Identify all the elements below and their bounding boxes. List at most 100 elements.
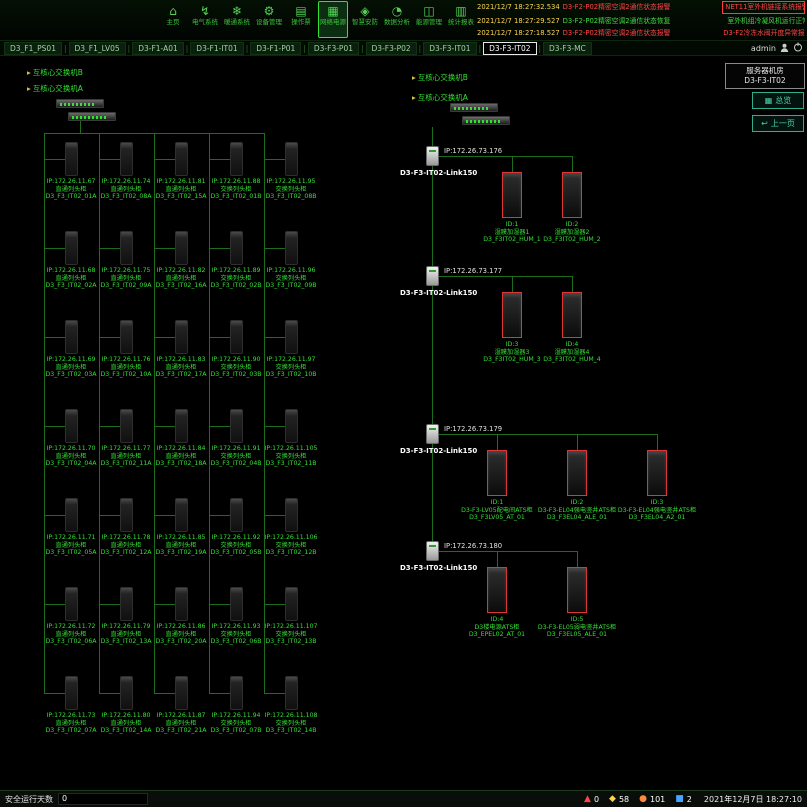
monitored-device[interactable]: ID:3D3-F3-EL04强电竖井ATS柜D3_F3EL04_A2_01 [615, 450, 699, 522]
tab-D3_F1_LV05[interactable]: D3_F1_LV05 [69, 42, 126, 55]
rack-device[interactable]: IP:172.26.11.107交换列头柜D3_F3_IT02_13B [263, 587, 319, 646]
device-ip: IP:172.26.11.77 [98, 445, 154, 453]
connector-line [577, 551, 578, 567]
device-name: D3_F3_IT02_05B [208, 549, 264, 557]
rack-device[interactable]: IP:172.26.11.95交换列头柜D3_F3_IT02_08B [263, 142, 319, 201]
rack-device[interactable]: IP:172.26.11.68直通列头柜D3_F3_IT02_02A [43, 231, 99, 290]
monitored-device[interactable]: ID:1D3-F3-LV05配电间ATS柜D3_F3LV05_AT_01 [455, 450, 539, 522]
rack-device[interactable]: IP:172.26.11.82直通列头柜D3_F3_IT02_16A [153, 231, 209, 290]
previous-page-button[interactable]: ↩ 上一页 [752, 115, 804, 132]
device-name: D3_F3_IT02_07A [43, 727, 99, 735]
nav-item-energy[interactable]: ◫能源管理 [414, 1, 444, 38]
rack-device[interactable]: IP:172.26.11.94交换列头柜D3_F3_IT02_07B [208, 676, 264, 735]
tab-D3-F3-P01[interactable]: D3-F3-P01 [308, 42, 359, 55]
alarm-message: D3-F2-P02精密空调2通信状态恢复 [563, 16, 725, 27]
tab-separator: | [127, 44, 132, 53]
rack-device[interactable]: IP:172.26.11.91交换列头柜D3_F3_IT02_04B [208, 409, 264, 468]
tab-D3-F1-IT01[interactable]: D3-F1-IT01 [190, 42, 243, 55]
major-count[interactable]: ◆58 [609, 794, 629, 804]
alarm-ticker-row[interactable]: 2021/12/7 18:27:32.534D3-F2-P02精密空调2通信状态… [477, 1, 805, 14]
alarm-ticker-row[interactable]: 2021/12/7 18:27:18.527D3-F2-P02精密空调2通信状态… [477, 28, 805, 39]
user-icon[interactable] [780, 43, 789, 54]
rack-device[interactable]: IP:172.26.11.96交换列头柜D3_F3_IT02_09B [263, 231, 319, 290]
rack-device[interactable]: IP:172.26.11.80直通列头柜D3_F3_IT02_14A [98, 676, 154, 735]
info-count[interactable]: ■2 [675, 794, 692, 804]
power-icon[interactable] [793, 42, 803, 54]
nav-item-reports[interactable]: ▥统计报表 [446, 1, 476, 38]
rack-device[interactable]: IP:172.26.11.84直通列头柜D3_F3_IT02_18A [153, 409, 209, 468]
rack-device[interactable]: IP:172.26.11.93交换列头柜D3_F3_IT02_06B [208, 587, 264, 646]
tab-D3-F3-P02[interactable]: D3-F3-P02 [366, 42, 417, 55]
rack-device[interactable]: IP:172.26.11.106交换列头柜D3_F3_IT02_12B [263, 498, 319, 557]
monitored-device[interactable]: ID:5D3-F3-EL05弱电竖井ATS柜D3_F3EL05_ALE_01 [535, 567, 619, 639]
rack-device[interactable]: IP:172.26.11.97交换列头柜D3_F3_IT02_10B [263, 320, 319, 379]
rack-device[interactable]: IP:172.26.11.78直通列头柜D3_F3_IT02_12A [98, 498, 154, 557]
tab-D3-F3-IT02[interactable]: D3-F3-IT02 [483, 42, 536, 55]
tab-D3_F1_PS01[interactable]: D3_F1_PS01 [4, 42, 62, 55]
nav-item-network-power[interactable]: ▦网络电源 [318, 1, 348, 38]
rack-device[interactable]: IP:172.26.11.89交换列头柜D3_F3_IT02_02B [208, 231, 264, 290]
gateway-icon[interactable] [426, 146, 439, 166]
nav-item-label: 暖通系统 [223, 18, 251, 26]
rack-device[interactable]: IP:172.26.11.83直通列头柜D3_F3_IT02_17A [153, 320, 209, 379]
tab-D3-F3-IT01[interactable]: D3-F3-IT01 [423, 42, 476, 55]
nav-item-home[interactable]: ⌂主页 [158, 1, 188, 38]
tab-D3-F1-P01[interactable]: D3-F1-P01 [250, 42, 301, 55]
nav-item-security[interactable]: ◈智慧安防 [350, 1, 380, 38]
monitored-device[interactable]: ID:2湿膜加湿器2D3_F3IT02_HUM_2 [530, 172, 614, 244]
rack-device[interactable]: IP:172.26.11.85直通列头柜D3_F3_IT02_19A [153, 498, 209, 557]
overview-label: 总览 [775, 95, 791, 106]
critical-count[interactable]: ▲0 [584, 794, 599, 804]
rack-device[interactable]: IP:172.26.11.67直通列头柜D3_F3_IT02_01A [43, 142, 99, 201]
rack-device[interactable]: IP:172.26.11.105交换列头柜D3_F3_IT02_11B [263, 409, 319, 468]
device-ip: IP:172.26.11.83 [153, 356, 209, 364]
overview-button[interactable]: ▦ 总览 [752, 92, 804, 109]
rack-device[interactable]: IP:172.26.11.74直通列头柜D3_F3_IT02_08A [98, 142, 154, 201]
nav-item-equipment[interactable]: ⚙设备管理 [254, 1, 284, 38]
alarm-ticker-row[interactable]: 2021/12/7 18:27:29.527D3-F2-P02精密空调2通信状态… [477, 16, 805, 27]
rack-cabinet-icon [120, 498, 133, 532]
rack-device[interactable]: IP:172.26.11.72直通列头柜D3_F3_IT02_06A [43, 587, 99, 646]
rack-device[interactable]: IP:172.26.11.75直通列头柜D3_F3_IT02_09A [98, 231, 154, 290]
connector-line [657, 434, 658, 450]
device-type: 直通列头柜 [153, 275, 209, 283]
rack-device[interactable]: IP:172.26.11.108交换列头柜D3_F3_IT02_14B [263, 676, 319, 735]
tab-D3-F1-A01[interactable]: D3-F1-A01 [132, 42, 184, 55]
rack-device[interactable]: IP:172.26.11.70直通列头柜D3_F3_IT02_04A [43, 409, 99, 468]
rack-device[interactable]: IP:172.26.11.86直通列头柜D3_F3_IT02_20A [153, 587, 209, 646]
rack-device[interactable]: IP:172.26.11.77直通列头柜D3_F3_IT02_11A [98, 409, 154, 468]
rack-device[interactable]: IP:172.26.11.71直通列头柜D3_F3_IT02_05A [43, 498, 99, 557]
rack-device[interactable]: IP:172.26.11.73直通列头柜D3_F3_IT02_07A [43, 676, 99, 735]
gateway-icon[interactable] [426, 266, 439, 286]
nav-item-operation-ticket[interactable]: ▤操作票 [286, 1, 316, 38]
device-id: ID:3 [615, 499, 699, 507]
rack-device[interactable]: IP:172.26.11.76直通列头柜D3_F3_IT02_10A [98, 320, 154, 379]
gateway-icon[interactable] [426, 424, 439, 444]
status-bar: 安全运行天数 0 ▲0◆58●101■2 2021年12月7日 18:27:10 [0, 790, 807, 807]
nav-item-electrical[interactable]: ↯电气系统 [190, 1, 220, 38]
monitored-device[interactable]: ID:2D3-F3-EL04强电竖井ATS柜D3_F3EL04_ALE_01 [535, 450, 619, 522]
rack-cabinet-icon [65, 676, 78, 710]
minor-count[interactable]: ●101 [639, 794, 665, 804]
gateway-icon[interactable] [426, 541, 439, 561]
device-ip: IP:172.26.11.74 [98, 178, 154, 186]
rack-cabinet-icon [175, 676, 188, 710]
rack-device[interactable]: IP:172.26.11.81直通列头柜D3_F3_IT02_15A [153, 142, 209, 201]
monitored-device-icon [647, 450, 667, 496]
rack-device[interactable]: IP:172.26.11.69直通列头柜D3_F3_IT02_03A [43, 320, 99, 379]
rack-device[interactable]: IP:172.26.11.92交换列头柜D3_F3_IT02_05B [208, 498, 264, 557]
nav-item-hvac[interactable]: ❄暖通系统 [222, 1, 252, 38]
nav-item-data-analysis[interactable]: ◔数据分析 [382, 1, 412, 38]
rack-device[interactable]: IP:172.26.11.79直通列头柜D3_F3_IT02_13A [98, 587, 154, 646]
monitored-device[interactable]: ID:4湿膜加湿器4D3_F3IT02_HUM_4 [530, 292, 614, 364]
rack-device[interactable]: IP:172.26.11.88交换列头柜D3_F3_IT02_01B [208, 142, 264, 201]
device-type: 直通列头柜 [43, 453, 99, 461]
rack-device[interactable]: IP:172.26.11.90交换列头柜D3_F3_IT02_03B [208, 320, 264, 379]
nav-item-label: 数据分析 [383, 18, 411, 26]
tab-D3-F3-MC[interactable]: D3-F3-MC [543, 42, 592, 55]
connector-line [577, 434, 578, 450]
monitored-device[interactable]: ID:4D3楼电源ATS柜D3_EPEL02_AT_01 [455, 567, 539, 639]
rack-device[interactable]: IP:172.26.11.87直通列头柜D3_F3_IT02_21A [153, 676, 209, 735]
electrical-icon: ↯ [191, 4, 219, 18]
device-name: D3_F3_IT02_08B [263, 193, 319, 201]
